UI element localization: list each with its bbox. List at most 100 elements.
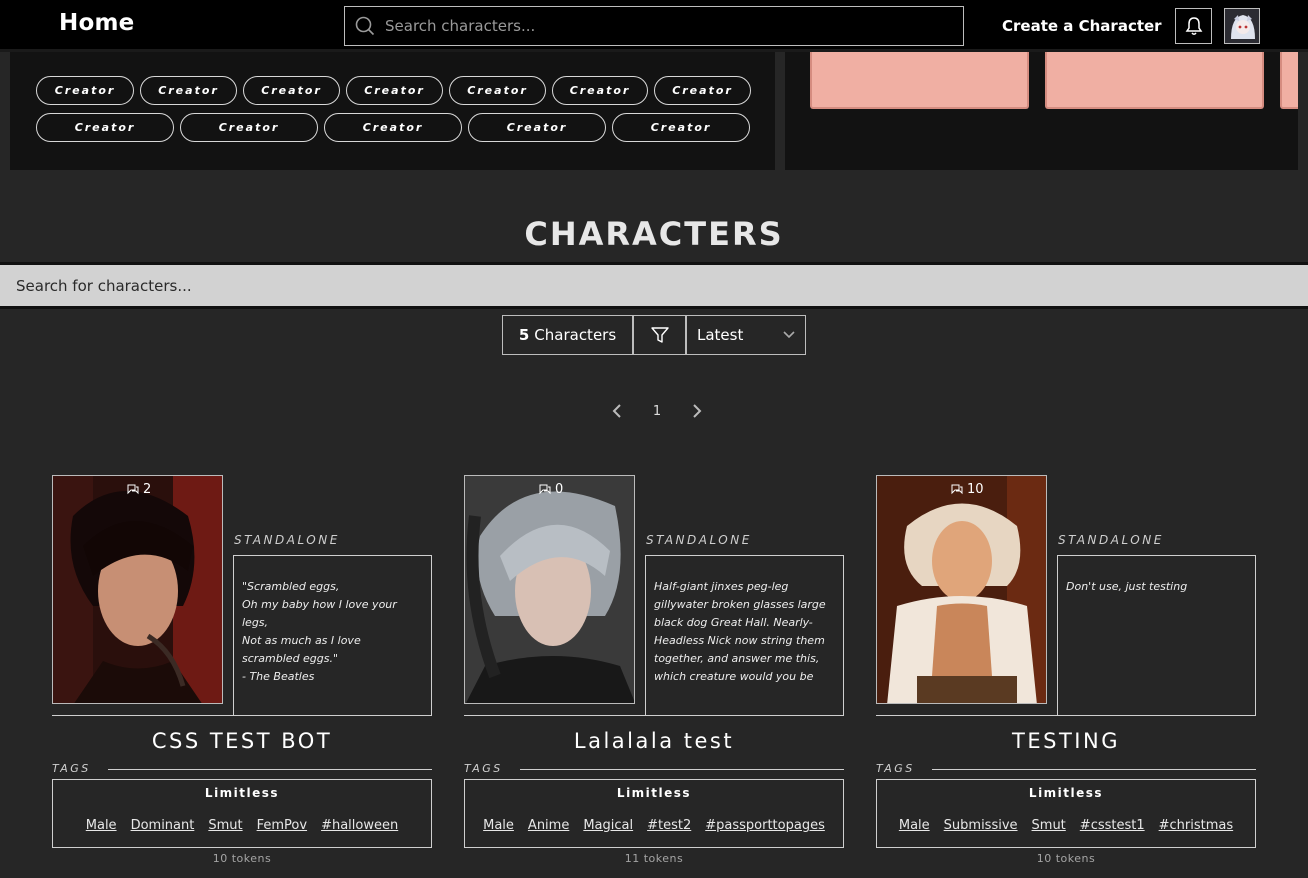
character-portrait bbox=[465, 476, 634, 703]
character-portrait bbox=[53, 476, 222, 703]
character-search-input[interactable] bbox=[0, 265, 1308, 306]
top-navbar: Home Create a Character bbox=[0, 0, 1308, 52]
tag-link[interactable]: #halloween bbox=[321, 818, 398, 833]
creator-chip[interactable]: Creator bbox=[324, 113, 462, 142]
tag-link[interactable]: Submissive bbox=[944, 818, 1018, 833]
character-card[interactable]: 0 STANDALONE Half-giant jinxes peg-leg g… bbox=[464, 475, 844, 875]
token-count: 10 tokens bbox=[1036, 852, 1096, 865]
chat-count: 10 bbox=[951, 482, 984, 497]
character-name[interactable]: CSS TEST BOT bbox=[52, 729, 432, 753]
chevron-right-icon[interactable] bbox=[692, 404, 702, 418]
count-label: Characters bbox=[534, 326, 617, 344]
filter-icon bbox=[650, 327, 669, 343]
count-number: 5 bbox=[518, 326, 530, 344]
notifications-button[interactable] bbox=[1175, 8, 1212, 44]
tag-link[interactable]: Male bbox=[899, 818, 930, 833]
tag-link[interactable]: #passporttopages bbox=[705, 818, 825, 833]
character-type: STANDALONE bbox=[1058, 533, 1164, 547]
character-card[interactable]: 10 STANDALONE Don't use, just testing TE… bbox=[876, 475, 1256, 875]
creator-chip[interactable]: Creator bbox=[346, 76, 443, 105]
tag-link[interactable]: Dominant bbox=[131, 818, 195, 833]
creator-chip-row-2: Creator Creator Creator Creator Creator bbox=[36, 113, 750, 142]
chat-count: 0 bbox=[539, 482, 563, 497]
featured-card[interactable] bbox=[1045, 52, 1264, 109]
creator-chip[interactable]: Creator bbox=[180, 113, 318, 142]
chat-count-value: 2 bbox=[143, 482, 152, 497]
chevron-down-icon bbox=[783, 331, 795, 339]
featured-card[interactable] bbox=[1280, 52, 1298, 109]
characters-heading: CHARACTERS bbox=[524, 215, 784, 253]
character-card[interactable]: 2 STANDALONE "Scrambled eggs, Oh my baby… bbox=[52, 475, 432, 875]
chat-icon bbox=[539, 484, 551, 495]
token-count: 11 tokens bbox=[624, 852, 684, 865]
tag-link[interactable]: #christmas bbox=[1159, 818, 1234, 833]
character-image[interactable]: 10 bbox=[876, 475, 1047, 704]
limitless-badge: Limitless bbox=[204, 786, 280, 800]
token-count: 10 tokens bbox=[212, 852, 272, 865]
page-number[interactable]: 1 bbox=[653, 404, 661, 419]
character-count: 5 Characters bbox=[502, 315, 633, 355]
creator-chip[interactable]: Creator bbox=[140, 76, 237, 105]
character-type: STANDALONE bbox=[234, 533, 340, 547]
character-name[interactable]: Lalalala test bbox=[464, 729, 844, 753]
chat-icon bbox=[127, 484, 139, 495]
sort-select[interactable]: Latest bbox=[686, 315, 806, 355]
character-portrait bbox=[877, 476, 1046, 703]
tag-link[interactable]: Male bbox=[86, 818, 117, 833]
character-search-bar[interactable] bbox=[0, 262, 1308, 309]
creators-panel: Creator Creator Creator Creator Creator … bbox=[10, 52, 775, 170]
tag-link[interactable]: Smut bbox=[1032, 818, 1066, 833]
creator-chip[interactable]: Creator bbox=[449, 76, 546, 105]
tags-box: Limitless Male Anime Magical #test2 #pas… bbox=[464, 779, 844, 848]
divider bbox=[932, 769, 1256, 770]
avatar bbox=[1225, 9, 1259, 43]
tag-link[interactable]: FemPov bbox=[257, 818, 307, 833]
divider bbox=[520, 769, 844, 770]
limitless-badge: Limitless bbox=[616, 786, 692, 800]
chat-count: 2 bbox=[127, 482, 151, 497]
tag-list: Male Submissive Smut #csstest1 #christma… bbox=[877, 818, 1255, 833]
creator-chip[interactable]: Creator bbox=[36, 76, 134, 105]
bell-icon bbox=[1185, 17, 1202, 35]
filter-button[interactable] bbox=[633, 315, 686, 355]
tag-link[interactable]: #test2 bbox=[647, 818, 691, 833]
tags-box: Limitless Male Dominant Smut FemPov #hal… bbox=[52, 779, 432, 848]
tag-link[interactable]: Anime bbox=[528, 818, 569, 833]
character-image[interactable]: 0 bbox=[464, 475, 635, 704]
tags-label: TAGS bbox=[464, 762, 503, 775]
pagination: 1 bbox=[612, 400, 702, 422]
user-avatar-button[interactable] bbox=[1224, 8, 1260, 44]
divider bbox=[108, 769, 432, 770]
chat-count-value: 0 bbox=[555, 482, 564, 497]
tags-box: Limitless Male Submissive Smut #csstest1… bbox=[876, 779, 1256, 848]
tag-link[interactable]: Magical bbox=[583, 818, 633, 833]
featured-card[interactable] bbox=[810, 52, 1029, 109]
divider bbox=[464, 715, 844, 716]
character-name[interactable]: TESTING bbox=[876, 729, 1256, 753]
creator-chip[interactable]: Creator bbox=[468, 113, 606, 142]
creator-chip[interactable]: Creator bbox=[36, 113, 174, 142]
creator-chip[interactable]: Creator bbox=[243, 76, 340, 105]
top-search-input[interactable] bbox=[385, 17, 945, 35]
tag-link[interactable]: Male bbox=[483, 818, 514, 833]
sort-value: Latest bbox=[697, 326, 744, 344]
divider bbox=[876, 715, 1256, 716]
tag-link[interactable]: #csstest1 bbox=[1080, 818, 1145, 833]
character-type: STANDALONE bbox=[646, 533, 752, 547]
top-search-box[interactable] bbox=[344, 6, 964, 46]
creator-chip-row-1: Creator Creator Creator Creator Creator … bbox=[36, 76, 751, 105]
creator-chip[interactable]: Creator bbox=[552, 76, 648, 105]
character-description: "Scrambled eggs, Oh my baby how I love y… bbox=[233, 555, 432, 715]
creator-chip[interactable]: Creator bbox=[612, 113, 750, 142]
tags-label: TAGS bbox=[52, 762, 91, 775]
chat-icon bbox=[951, 484, 963, 495]
home-link[interactable]: Home bbox=[59, 10, 134, 36]
create-character-link[interactable]: Create a Character bbox=[1002, 17, 1162, 35]
character-description: Half-giant jinxes peg-leg gillywater bro… bbox=[645, 555, 844, 715]
chevron-left-icon[interactable] bbox=[612, 404, 622, 418]
tag-link[interactable]: Smut bbox=[208, 818, 242, 833]
character-description: Don't use, just testing bbox=[1057, 555, 1256, 715]
creator-chip[interactable]: Creator bbox=[654, 76, 751, 105]
character-image[interactable]: 2 bbox=[52, 475, 223, 704]
search-icon bbox=[355, 16, 375, 36]
